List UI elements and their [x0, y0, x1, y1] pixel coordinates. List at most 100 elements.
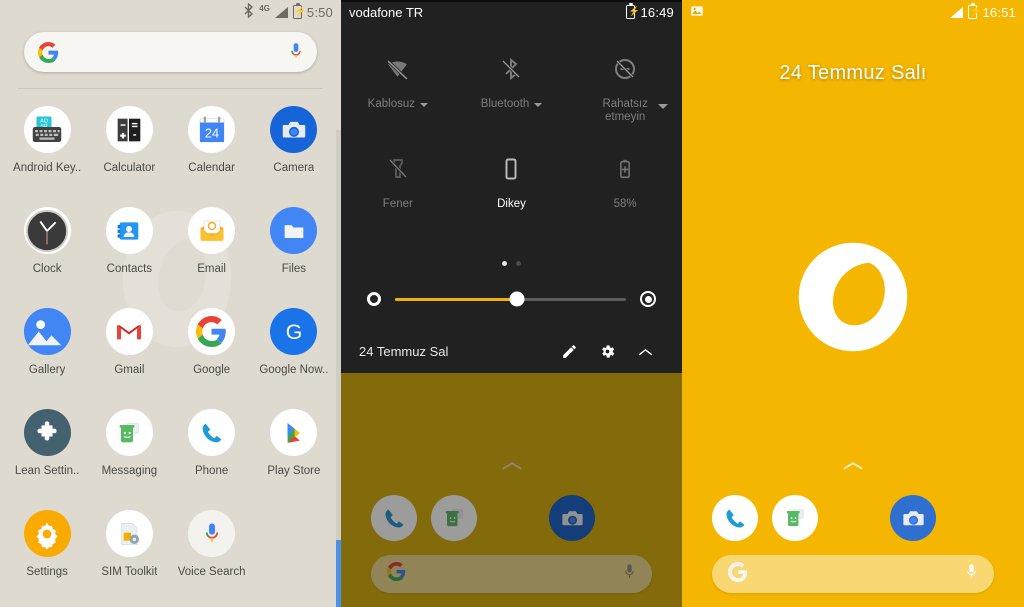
chevron-down-icon[interactable] [657, 104, 668, 109]
app-item-google-now[interactable]: G Google Now.. [253, 300, 335, 401]
dock-item-camera[interactable] [890, 495, 936, 541]
microphone-icon[interactable] [965, 563, 978, 586]
dock-item-messaging[interactable] [431, 495, 477, 541]
bluetooth-off-icon [499, 54, 523, 84]
app-item-email[interactable]: Email [171, 199, 253, 300]
gallery-icon [23, 308, 71, 355]
google-g-icon [38, 41, 59, 63]
app-item-camera[interactable]: Camera [253, 98, 335, 199]
three-screenshot-collage: 4G ⚡ 5:50 AQ SR Android Key.. Calculator… [0, 0, 1024, 607]
microphone-icon[interactable] [289, 42, 303, 62]
battery-saver-icon [614, 154, 636, 184]
calculator-icon [105, 106, 153, 153]
app-item-lean-settings[interactable]: Lean Settin.. [6, 401, 88, 502]
qs-tile-do-not-disturb[interactable]: Rahatsız etmeyin [568, 40, 682, 140]
phone-icon [188, 409, 236, 456]
qs-tile-label-wrap: 58% [614, 198, 637, 211]
microphone-icon [188, 510, 236, 557]
app-label: Gmail [114, 364, 145, 376]
qs-tile-label: Kablosuz [367, 98, 415, 110]
brightness-slider-row [341, 288, 682, 310]
wifi-off-icon [385, 54, 410, 84]
app-item-sim-toolkit[interactable]: SIM Toolkit [88, 502, 170, 603]
microphone-icon[interactable] [623, 563, 636, 586]
chevron-down-icon[interactable] [419, 102, 428, 107]
date-widget[interactable]: 24 Temmuz Salı [682, 62, 1024, 85]
panel-quick-settings: vodafone TR ⚡ 16:49 Kablosuz Bluetooth R… [341, 0, 682, 607]
app-item-messaging[interactable]: Messaging [88, 401, 170, 502]
qs-tile-rotation[interactable]: Dikey [455, 140, 569, 240]
qs-tile-flashlight[interactable]: Fener [341, 140, 455, 240]
app-item-phone[interactable]: Phone [171, 401, 253, 502]
messaging-icon [105, 409, 153, 456]
app-label: Calendar [188, 162, 235, 174]
page-dot-2[interactable] [516, 261, 521, 266]
app-item-voice-search[interactable]: Voice Search [171, 502, 253, 603]
network-type-label: 4G [259, 4, 270, 13]
app-label: Play Store [267, 465, 321, 477]
dock [682, 491, 1024, 545]
qs-tile-battery-saver[interactable]: 58% [568, 140, 682, 240]
dock-item-phone[interactable] [371, 495, 417, 541]
app-item-gmail[interactable]: Gmail [88, 300, 170, 401]
app-label: Messaging [101, 465, 158, 477]
app-grid-empty-cell [253, 502, 335, 603]
app-item-google[interactable]: Google [171, 300, 253, 401]
calendar-icon: 24 [188, 106, 236, 153]
carrier-label: vodafone TR [349, 4, 424, 20]
dock-item-messaging[interactable] [772, 495, 818, 541]
email-icon [188, 207, 236, 254]
clock-left: 5:50 [306, 4, 333, 20]
qs-tile-label: 58% [613, 198, 637, 210]
chevron-up-icon[interactable] [501, 459, 523, 471]
app-item-files[interactable]: Files [253, 199, 335, 300]
app-item-calculator[interactable]: Calculator [88, 98, 170, 199]
app-label: Phone [194, 465, 229, 477]
brightness-slider-knob[interactable] [509, 291, 525, 307]
qs-tile-wifi[interactable]: Kablosuz [341, 40, 455, 140]
app-item-android-keyboard[interactable]: AQ SR Android Key.. [6, 98, 88, 199]
app-item-settings[interactable]: Settings [6, 502, 88, 603]
drawer-search-bar[interactable] [24, 32, 317, 72]
qs-tile-bluetooth[interactable]: Bluetooth [455, 40, 569, 140]
app-item-gallery[interactable]: Gallery [6, 300, 88, 401]
app-item-contacts[interactable]: Contacts [88, 199, 170, 300]
quick-settings-tiles: Kablosuz Bluetooth Rahatsız etmeyin Fene… [341, 40, 682, 240]
contacts-icon [105, 207, 153, 254]
dock-item-camera[interactable] [549, 495, 595, 541]
app-label: Calculator [103, 162, 156, 174]
panel-home-screen: ⚡ 16:51 24 Temmuz Salı [682, 0, 1024, 607]
qs-tile-label: Fener [382, 198, 413, 210]
google-g-icon [387, 562, 406, 586]
app-label: Contacts [106, 263, 153, 275]
battery-charging-icon: ⚡ [292, 2, 306, 19]
brightness-high-icon [640, 291, 656, 307]
qs-tile-label-wrap: Kablosuz [368, 98, 428, 111]
app-label: Android Key.. [13, 162, 82, 174]
clock-icon [23, 207, 71, 254]
app-item-calendar[interactable]: 24 Calendar [171, 98, 253, 199]
home-search-bar[interactable] [712, 555, 994, 593]
app-label: Lean Settin.. [14, 465, 80, 477]
brightness-slider-fill [395, 297, 518, 301]
home-search-bar-behind[interactable] [371, 555, 652, 593]
app-label: Google [193, 364, 231, 376]
gear-icon[interactable] [588, 343, 626, 360]
app-grid: AQ SR Android Key.. Calculator 24 Calend… [0, 98, 341, 607]
qs-tile-label-wrap: Dikey [497, 198, 526, 211]
app-item-clock[interactable]: Clock [6, 199, 88, 300]
pencil-edit-icon[interactable] [550, 343, 588, 360]
do-not-disturb-off-icon [613, 54, 637, 84]
chevron-down-icon[interactable] [534, 102, 543, 107]
qs-tile-label-line2: etmeyin [605, 111, 646, 123]
brightness-low-icon [367, 292, 381, 306]
chevron-up-icon[interactable] [842, 459, 864, 471]
app-label: SIM Toolkit [101, 566, 158, 578]
chevron-up-icon[interactable] [626, 346, 664, 358]
camera-icon [270, 106, 318, 153]
dock-item-phone[interactable] [712, 495, 758, 541]
screen-rotation-portrait-icon [499, 154, 523, 184]
app-item-play-store[interactable]: Play Store [253, 401, 335, 502]
page-dot-1[interactable] [502, 261, 507, 266]
brightness-slider[interactable] [395, 291, 626, 307]
